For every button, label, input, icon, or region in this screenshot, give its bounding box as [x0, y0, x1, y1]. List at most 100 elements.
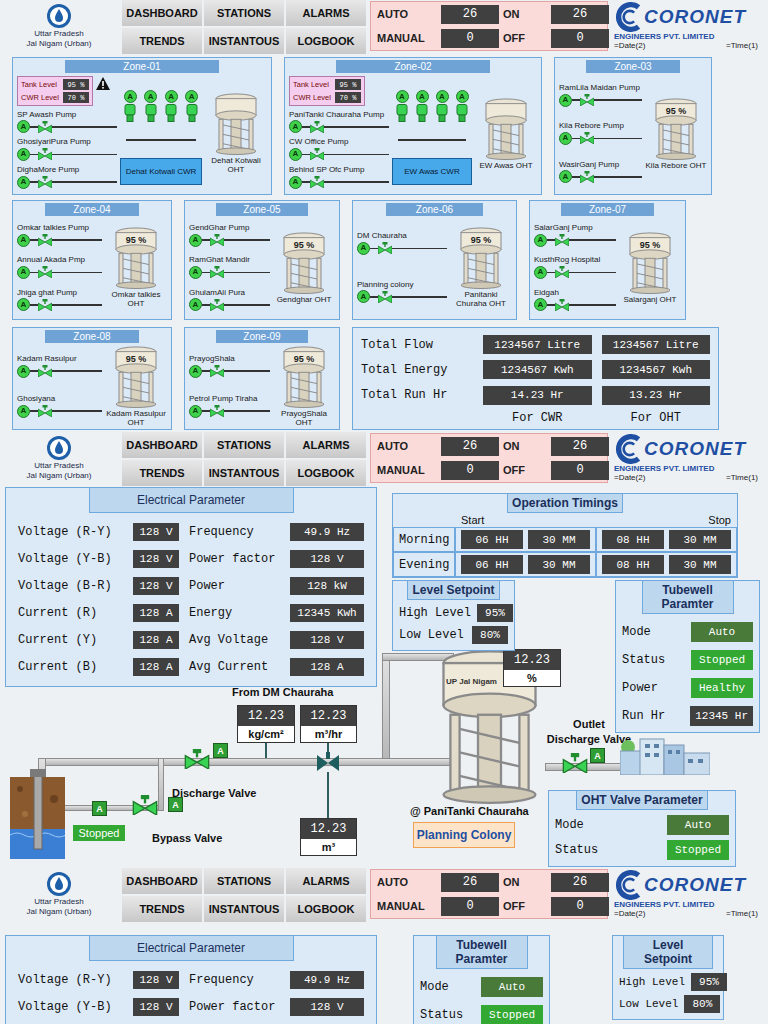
pipe-line: [30, 304, 38, 306]
cwr-motor[interactable]: A: [184, 90, 200, 122]
nav-button[interactable]: TRENDS: [122, 460, 202, 486]
brand-name: CORONET: [644, 6, 746, 28]
time-value[interactable]: 30 MM: [669, 555, 731, 574]
pump-item[interactable]: Annual Akada PmpA: [17, 255, 102, 279]
time-value[interactable]: 06 HH: [461, 530, 523, 549]
pump-item[interactable]: GhosiyanaA: [17, 394, 102, 418]
param-value: 12345 Kwh: [290, 604, 364, 622]
cwr-motor[interactable]: A: [414, 90, 430, 122]
pump-item[interactable]: Jhiga ghat PumpA: [17, 288, 102, 312]
valve-icon: [210, 266, 224, 278]
cwr-motor[interactable]: A: [143, 90, 159, 122]
pump-item[interactable]: PaniTanki Chauraha PumpA: [289, 110, 389, 134]
pump-item[interactable]: PrayogShalaA: [189, 354, 270, 378]
nav-button[interactable]: ALARMS: [286, 868, 366, 894]
nav-button[interactable]: ALARMS: [286, 432, 366, 458]
pipe-line: [398, 139, 466, 141]
nav-button[interactable]: INSTANTOUS: [204, 896, 284, 922]
param-label: Mode: [555, 818, 584, 832]
time-value[interactable]: 30 MM: [528, 555, 590, 574]
pump-mode-badge: A: [189, 234, 202, 247]
pump-item[interactable]: Kila Rebore PumpA: [559, 121, 642, 145]
pump-item[interactable]: Kadam RasulpurA: [17, 354, 102, 378]
pump-item[interactable]: Planning colonyA: [357, 280, 447, 304]
pipe-line: [202, 239, 210, 241]
station-button[interactable]: Planning Colony: [413, 822, 515, 848]
cwr-motor[interactable]: A: [434, 90, 450, 122]
cwr-motor[interactable]: A: [163, 90, 179, 122]
pump-row: A: [289, 120, 389, 134]
param-label: Status: [555, 843, 598, 857]
oht-label: Gendghar OHT: [277, 295, 332, 304]
nav-button[interactable]: STATIONS: [204, 0, 284, 26]
pump-item[interactable]: CW Office PumpA: [289, 137, 389, 161]
pump-mode-badge: A: [17, 148, 30, 161]
pump-item[interactable]: SalarGanj PumpA: [534, 223, 616, 247]
flow-meter-icon: [317, 752, 339, 772]
cwr-motor[interactable]: A: [454, 90, 470, 122]
time-value[interactable]: 08 HH: [602, 530, 664, 549]
pipe-line: [547, 272, 555, 274]
zone-title: Zone-01: [65, 60, 220, 73]
pump-row: A: [559, 170, 642, 184]
time-value[interactable]: 06 HH: [461, 555, 523, 574]
nav-button[interactable]: STATIONS: [204, 868, 284, 894]
nav-button[interactable]: LOGBOOK: [286, 896, 366, 922]
stop-cell: 08 HH 30 MM: [596, 552, 737, 577]
nav-button[interactable]: LOGBOOK: [286, 28, 366, 54]
gauge-stem: [327, 772, 329, 818]
nav-button[interactable]: TRENDS: [122, 28, 202, 54]
pump-item[interactable]: GhulamAli PuraA: [189, 288, 270, 312]
nav-button[interactable]: INSTANTOUS: [204, 460, 284, 486]
nav-button[interactable]: TRENDS: [122, 896, 202, 922]
cwr-motor[interactable]: A: [394, 90, 410, 122]
pump-item[interactable]: Petrol Pump TirahaA: [189, 394, 270, 418]
pump-item[interactable]: WasirGanj PumpA: [559, 160, 642, 184]
nav-button[interactable]: INSTANTOUS: [204, 28, 284, 54]
pump-item[interactable]: Omkar talkies PumpA: [17, 223, 102, 247]
bypass-valve-mode: A: [168, 797, 183, 812]
pump-label: DighaMore Pump: [17, 165, 117, 175]
param-value: Stopped: [481, 1005, 543, 1024]
pipe-line: [202, 272, 210, 274]
preview-body: Electrical ParameterVoltage (R-Y)128 VFr…: [0, 923, 768, 1024]
param-label: Frequency: [189, 973, 280, 987]
param-label: Status: [420, 1008, 463, 1022]
pump-item[interactable]: RamGhat MandirA: [189, 255, 270, 279]
cwr-motor[interactable]: A: [122, 90, 138, 122]
motor-mode-badge: A: [396, 90, 409, 103]
pump-icon: [414, 104, 430, 122]
pump-item[interactable]: GhosiyariPura PumpA: [17, 137, 117, 161]
pipe-line: [52, 239, 102, 241]
pump-item[interactable]: EidgahA: [534, 288, 616, 312]
param-value: Healthy: [691, 678, 753, 698]
pump-item[interactable]: DighaMore PumpA: [17, 165, 117, 189]
pipe: [382, 653, 454, 661]
pump-item[interactable]: GendGhar PumpA: [189, 223, 270, 247]
nav-button[interactable]: LOGBOOK: [286, 460, 366, 486]
pump-item[interactable]: Behind SP Ofc PumpA: [289, 165, 389, 189]
time-value[interactable]: 08 HH: [602, 555, 664, 574]
zone-panel: Zone-08Kadam RasulpurAGhosiyanaA95 %Kada…: [12, 327, 172, 430]
valve-icon: [378, 291, 392, 303]
pump-item[interactable]: SP Awash PumpA: [17, 110, 117, 134]
time-value[interactable]: 30 MM: [528, 530, 590, 549]
nav-button[interactable]: DASHBOARD: [122, 432, 202, 458]
nav-button[interactable]: ALARMS: [286, 0, 366, 26]
count-label: AUTO: [377, 876, 437, 888]
nav-button[interactable]: STATIONS: [204, 432, 284, 458]
oht-block: Dehat Kotwali OHT: [205, 76, 267, 191]
pipe-line: [224, 239, 270, 241]
nav-button[interactable]: DASHBOARD: [122, 868, 202, 894]
pump-item[interactable]: DM ChaurahaA: [357, 231, 447, 255]
total-cwr-value: 1234567 Kwh: [483, 360, 592, 379]
motor-mode-badge: A: [165, 90, 178, 103]
setpoint-row: Level SetpointHigh Level95%Low Level80%T…: [392, 580, 760, 733]
pump-item[interactable]: RamLila Maidan PumpA: [559, 83, 642, 107]
nav-button[interactable]: DASHBOARD: [122, 0, 202, 26]
param-label: Current (B): [18, 660, 123, 674]
pipe-line: [572, 138, 580, 140]
param-value: 128 V: [133, 998, 179, 1016]
pump-item[interactable]: KusthRog HospitalA: [534, 255, 616, 279]
time-value[interactable]: 30 MM: [669, 530, 731, 549]
